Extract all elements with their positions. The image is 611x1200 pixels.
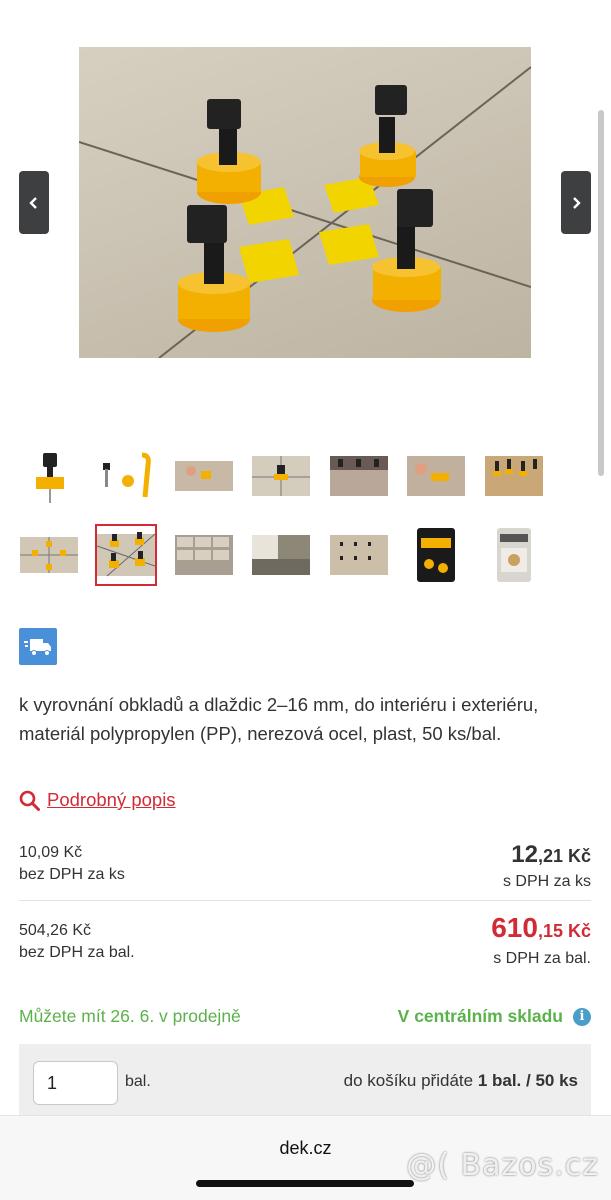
quantity-input[interactable] bbox=[33, 1061, 118, 1105]
gross-price-pack: 610,15 Kč bbox=[491, 912, 591, 943]
thumbnail[interactable] bbox=[483, 445, 545, 507]
thumbnail[interactable] bbox=[18, 524, 80, 586]
thumbnail-selected[interactable] bbox=[95, 524, 157, 586]
previous-image-button[interactable] bbox=[19, 171, 49, 234]
thumbnail[interactable] bbox=[328, 445, 390, 507]
delivery-truck-icon bbox=[24, 638, 51, 656]
gross-price-pack-label: s DPH za bal. bbox=[493, 950, 591, 967]
next-image-button[interactable] bbox=[561, 171, 591, 234]
info-icon[interactable]: i bbox=[573, 1007, 591, 1026]
central-stock-status: V centrálním skladu i bbox=[398, 1006, 591, 1027]
delivery-badge[interactable] bbox=[19, 628, 57, 665]
quantity-unit: bal. bbox=[125, 1073, 151, 1090]
thumbnail[interactable] bbox=[483, 524, 545, 586]
thumbnail[interactable] bbox=[173, 445, 235, 507]
thumbnail[interactable] bbox=[18, 445, 80, 507]
detail-link-label: Podrobný popis bbox=[47, 789, 176, 810]
cart-summary: do košíku přidáte 1 bal. / 50 ks bbox=[343, 1071, 578, 1090]
thumbnail[interactable] bbox=[405, 524, 467, 586]
gross-price-piece-label: s DPH za ks bbox=[502, 873, 591, 890]
net-price-piece-label: bez DPH za ks bbox=[19, 866, 125, 883]
availability-row: Můžete mít 26. 6. v prodejně V centrální… bbox=[19, 1006, 591, 1027]
thumbnail[interactable] bbox=[405, 445, 467, 507]
thumbnail[interactable] bbox=[250, 445, 312, 507]
chevron-right-icon bbox=[573, 196, 581, 209]
thumbnail[interactable] bbox=[95, 445, 157, 507]
net-price-pack: 504,26 Kč bbox=[19, 922, 92, 939]
net-price-pack-label: bez DPH za bal. bbox=[19, 944, 135, 961]
main-product-image[interactable] bbox=[79, 47, 531, 358]
gross-price-piece: 12,21 Kč bbox=[511, 841, 591, 868]
page-scrollbar[interactable] bbox=[598, 110, 604, 476]
thumbnail[interactable] bbox=[173, 524, 235, 586]
search-icon bbox=[19, 790, 40, 811]
tile-leveling-photo bbox=[79, 66, 531, 358]
add-to-cart-panel: bal. do košíku přidáte 1 bal. / 50 ks bbox=[19, 1044, 591, 1120]
price-per-pack: 504,26 Kč bez DPH za bal. 610,15 Kč s DP… bbox=[19, 913, 591, 970]
home-indicator[interactable] bbox=[196, 1180, 414, 1187]
thumbnail[interactable] bbox=[250, 524, 312, 586]
price-divider bbox=[19, 900, 591, 901]
detail-description-link[interactable]: Podrobný popis bbox=[19, 789, 176, 811]
product-description: k vyrovnání obkladů a dlaždic 2–16 mm, d… bbox=[19, 694, 539, 744]
central-stock-label: V centrálním skladu bbox=[397, 1006, 563, 1026]
watermark: @( Bazos.cz bbox=[406, 1148, 599, 1183]
thumbnail[interactable] bbox=[328, 524, 390, 586]
browser-address-bar: dek.cz @( Bazos.cz bbox=[0, 1115, 611, 1200]
price-per-piece: 10,09 Kč bez DPH za ks 12,21 Kč s DPH za… bbox=[19, 842, 591, 893]
store-availability[interactable]: Můžete mít 26. 6. v prodejně bbox=[19, 1006, 241, 1027]
chevron-left-icon bbox=[29, 196, 37, 209]
net-price-piece: 10,09 Kč bbox=[19, 844, 83, 861]
